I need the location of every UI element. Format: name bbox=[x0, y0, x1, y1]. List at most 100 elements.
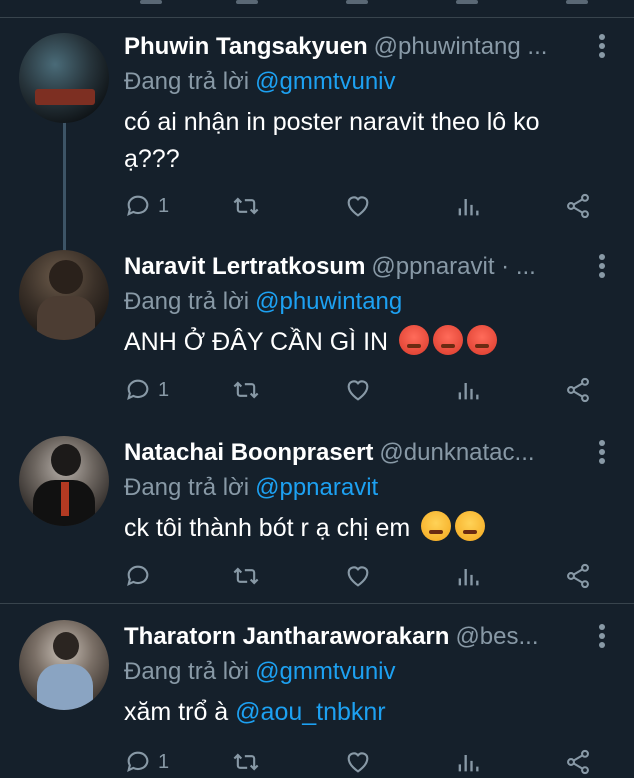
reply-count: 1 bbox=[158, 378, 170, 401]
share-icon bbox=[567, 563, 589, 589]
retweet-button[interactable] bbox=[232, 560, 260, 592]
heart-icon bbox=[347, 566, 369, 587]
reply-button[interactable]: 1 bbox=[124, 374, 169, 406]
reply-context: Đang trả lời @ppnaravit bbox=[124, 472, 378, 504]
reply-context: Đang trả lời @gmmtvuniv bbox=[124, 66, 396, 98]
avatar[interactable] bbox=[19, 436, 109, 526]
heart-icon bbox=[347, 380, 369, 401]
reply-context: Đang trả lời @phuwintang bbox=[124, 286, 402, 318]
views-icon bbox=[458, 755, 479, 772]
share-icon bbox=[566, 0, 588, 4]
share-button[interactable] bbox=[564, 746, 592, 778]
reply-button[interactable] bbox=[124, 560, 158, 592]
retweet-icon bbox=[233, 197, 259, 215]
divider bbox=[0, 17, 634, 18]
tweet-text: ck tôi thành bót r ạ chị em bbox=[124, 510, 594, 547]
avatar[interactable] bbox=[19, 33, 109, 123]
display-name[interactable]: Naravit Lertratkosum bbox=[124, 253, 365, 280]
like-button[interactable] bbox=[344, 190, 372, 222]
tweet-actions: 1 bbox=[124, 746, 594, 778]
retweet-button[interactable] bbox=[232, 190, 260, 222]
thread-line bbox=[63, 122, 66, 262]
views-button[interactable] bbox=[454, 560, 482, 592]
tweet-4[interactable]: Tharatorn Jantharaworakarn @bes... Đang t… bbox=[0, 620, 634, 778]
tweet-header[interactable]: Phuwin Tangsakyuen @phuwintang ... bbox=[124, 30, 586, 64]
views-button[interactable] bbox=[454, 374, 482, 406]
retweet-button[interactable] bbox=[232, 374, 260, 406]
display-name[interactable]: Natachai Boonprasert bbox=[124, 439, 373, 466]
handle[interactable]: @ppnaravit · ... bbox=[371, 253, 535, 280]
more-options-icon[interactable] bbox=[598, 624, 606, 650]
tweet-3[interactable]: Natachai Boonprasert @dunknatac... Đang t… bbox=[0, 436, 634, 604]
tweet-header[interactable]: Naravit Lertratkosum @ppnaravit · ... bbox=[124, 250, 586, 284]
loudly-crying-face-emoji bbox=[421, 511, 452, 541]
reply-icon bbox=[127, 379, 149, 401]
retweet-button[interactable] bbox=[232, 746, 260, 778]
reply-button[interactable]: 1 bbox=[124, 190, 169, 222]
reply-prefix: Đang trả lời bbox=[124, 68, 250, 95]
more-options-icon[interactable] bbox=[598, 440, 606, 466]
like-icon bbox=[346, 0, 368, 4]
hot-face-emoji bbox=[467, 325, 498, 355]
tweet-1[interactable]: Phuwin Tangsakyuen @phuwintang ... Đang t… bbox=[0, 30, 634, 262]
share-icon bbox=[567, 749, 589, 775]
tweet-text-content: ck tôi thành bót r ạ chị em bbox=[124, 514, 411, 542]
like-button[interactable] bbox=[344, 560, 372, 592]
views-icon bbox=[458, 199, 479, 216]
reply-mention[interactable]: @phuwintang bbox=[255, 288, 402, 315]
reply-icon bbox=[127, 565, 149, 587]
text-mention[interactable]: @aou_tnbknr bbox=[235, 698, 385, 726]
share-icon bbox=[567, 193, 589, 219]
hot-face-emoji bbox=[433, 325, 464, 355]
reply-count: 1 bbox=[158, 194, 170, 217]
handle[interactable]: @bes... bbox=[455, 623, 538, 650]
views-button[interactable] bbox=[454, 746, 482, 778]
tweet-text: ANH Ở ĐÂY CẦN GÌ IN bbox=[124, 324, 594, 361]
retweet-icon bbox=[233, 381, 259, 399]
like-button[interactable] bbox=[344, 374, 372, 406]
reply-mention[interactable]: @gmmtvuniv bbox=[255, 658, 395, 685]
more-options-icon[interactable] bbox=[598, 34, 606, 60]
handle[interactable]: @dunknatac... bbox=[379, 439, 534, 466]
reply-mention[interactable]: @gmmtvuniv bbox=[255, 68, 395, 95]
more-options-icon[interactable] bbox=[598, 254, 606, 280]
views-icon bbox=[456, 0, 478, 4]
hot-face-emoji bbox=[399, 325, 430, 355]
reply-icon bbox=[140, 0, 162, 4]
share-button[interactable] bbox=[564, 190, 592, 222]
retweet-icon bbox=[236, 0, 258, 4]
views-button[interactable] bbox=[454, 190, 482, 222]
heart-icon bbox=[347, 196, 369, 217]
heart-icon bbox=[347, 752, 369, 773]
share-button[interactable] bbox=[564, 560, 592, 592]
reply-button[interactable]: 1 bbox=[124, 746, 169, 778]
tweet-header[interactable]: Natachai Boonprasert @dunknatac... bbox=[124, 436, 586, 470]
tweet-text-content: ANH Ở ĐÂY CẦN GÌ IN bbox=[124, 328, 389, 356]
reply-count: 1 bbox=[158, 750, 170, 773]
reply-icon bbox=[127, 751, 149, 773]
reply-icon bbox=[127, 195, 149, 217]
tweet-actions: 1 bbox=[124, 190, 594, 222]
avatar[interactable] bbox=[19, 620, 109, 710]
like-button[interactable] bbox=[344, 746, 372, 778]
reply-prefix: Đang trả lời bbox=[124, 288, 250, 315]
views-icon bbox=[458, 569, 479, 586]
retweet-icon bbox=[233, 753, 259, 771]
avatar[interactable] bbox=[19, 250, 109, 340]
tweet-text-content: xăm trổ à bbox=[124, 698, 236, 726]
tweet-text: có ai nhận in poster naravit theo lô ko … bbox=[124, 108, 540, 173]
tweet-header[interactable]: Tharatorn Jantharaworakarn @bes... bbox=[124, 620, 586, 654]
reply-mention[interactable]: @ppnaravit bbox=[255, 474, 378, 501]
share-icon bbox=[567, 377, 589, 403]
tweet-actions: 1 bbox=[124, 374, 594, 406]
display-name[interactable]: Phuwin Tangsakyuen bbox=[124, 33, 368, 60]
handle[interactable]: @phuwintang ... bbox=[374, 33, 548, 60]
views-icon bbox=[458, 383, 479, 400]
display-name[interactable]: Tharatorn Jantharaworakarn bbox=[124, 623, 449, 650]
tweet-2[interactable]: Naravit Lertratkosum @ppnaravit · ... Đan… bbox=[0, 250, 634, 420]
previous-tweet-actions bbox=[0, 0, 634, 18]
share-button[interactable] bbox=[564, 374, 592, 406]
reply-context: Đang trả lời @gmmtvuniv bbox=[124, 656, 396, 688]
tweet-text: xăm trổ à @aou_tnbknr bbox=[124, 694, 594, 731]
retweet-icon bbox=[233, 567, 259, 585]
